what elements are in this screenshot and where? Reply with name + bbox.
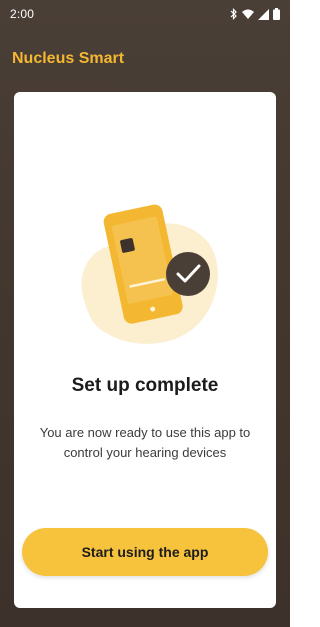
status-icons (230, 8, 280, 20)
app-screen: 2:00 Nucleus Smart Set up complete You a… (0, 0, 290, 627)
phone-checkmark-illustration (74, 188, 224, 348)
bluetooth-icon (230, 8, 238, 20)
setup-description: You are now ready to use this app to con… (39, 425, 251, 460)
app-title: Nucleus Smart (12, 50, 125, 67)
signal-icon (258, 8, 269, 20)
start-using-app-button[interactable]: Start using the app (22, 528, 268, 576)
status-bar: 2:00 (0, 0, 290, 28)
setup-complete-card: Set up complete You are now ready to use… (14, 92, 276, 608)
wifi-icon (242, 9, 254, 20)
page-title: Set up complete (71, 375, 219, 396)
status-time: 2:00 (10, 7, 35, 21)
battery-icon (273, 8, 280, 20)
